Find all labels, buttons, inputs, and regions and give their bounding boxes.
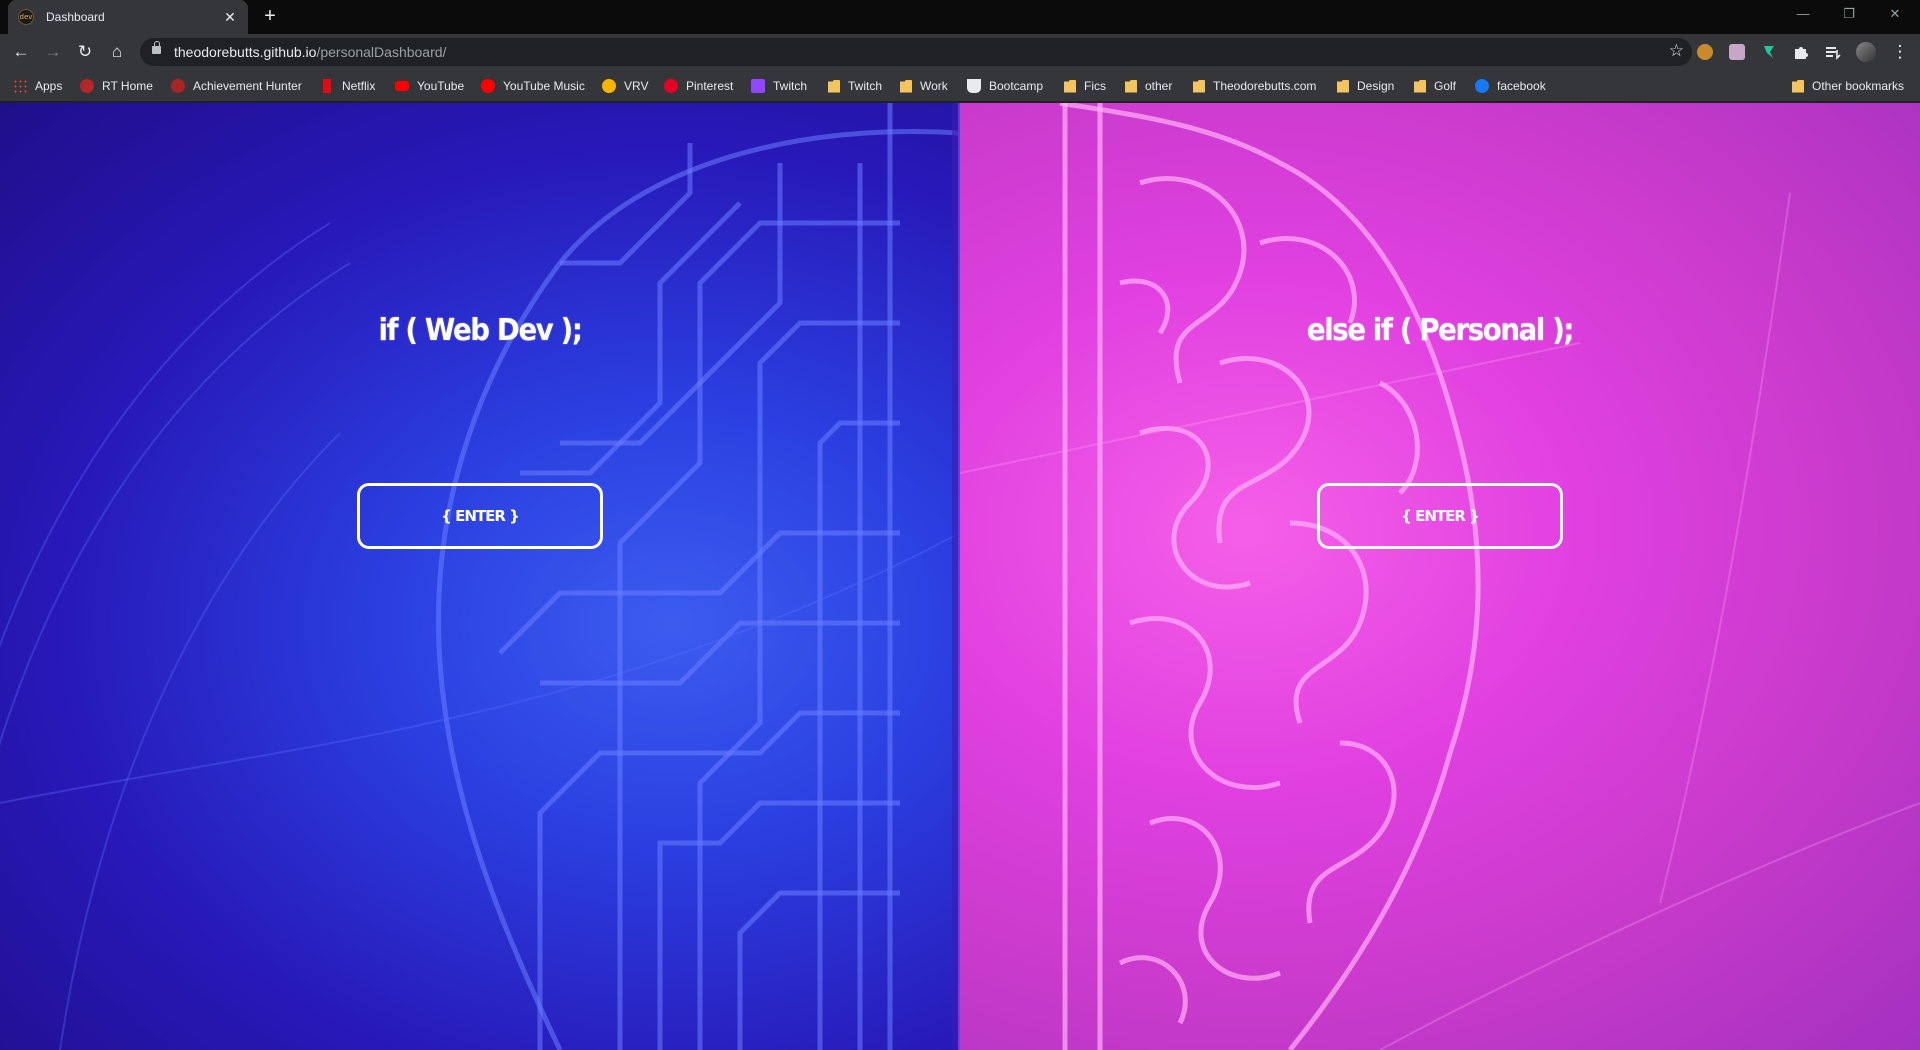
close-window-button[interactable]: ✕ xyxy=(1872,0,1918,30)
bookmark-label: YouTube Music xyxy=(503,79,585,93)
bookmark-label: Golf xyxy=(1434,79,1457,93)
netflix-icon xyxy=(323,79,331,93)
menu-icon[interactable]: ⋮ xyxy=(1888,40,1912,64)
tab-strip: dev Dashboard ✕ + — ❐ ✕ xyxy=(0,0,1920,34)
youtube-icon xyxy=(395,81,409,91)
bookmark-pinterest[interactable]: Pinterest xyxy=(664,76,733,96)
bookmark-other-bookmarks[interactable]: Other bookmarks xyxy=(1792,76,1904,96)
neon-brain-background xyxy=(960,103,1920,1050)
twitch-icon xyxy=(751,79,765,93)
lock-icon[interactable] xyxy=(152,41,161,54)
bookmark-label: RT Home xyxy=(102,79,153,93)
web-dev-heading: if ( Web Dev ); xyxy=(378,313,582,348)
personal-panel: else if ( Personal ); { ENTER } xyxy=(960,103,1920,1050)
bookmark-label: YouTube xyxy=(417,79,465,93)
bookmark-label: Other bookmarks xyxy=(1812,79,1905,93)
bookmark-netflix[interactable]: Netflix xyxy=(320,76,375,96)
folder-icon xyxy=(1337,79,1349,93)
bookmarks-bar: Apps RT Home Achievement Hunter Netflix … xyxy=(0,70,1920,102)
bookmark-label: Bootcamp xyxy=(989,79,1044,93)
bookmark-youtube-music[interactable]: YouTube Music xyxy=(481,76,585,96)
pinterest-icon xyxy=(664,79,678,93)
bookmark-folder-fics[interactable]: Fics xyxy=(1064,76,1106,96)
bookmark-label: Pinterest xyxy=(686,79,734,93)
facebook-icon xyxy=(1475,79,1489,93)
bookmark-label: Apps xyxy=(35,79,63,93)
restore-button[interactable]: ❐ xyxy=(1826,0,1872,30)
new-tab-button[interactable]: + xyxy=(258,6,282,28)
achievement-hunter-icon xyxy=(171,79,185,93)
personal-enter-button[interactable]: { ENTER } xyxy=(1317,483,1563,549)
bookmark-twitch[interactable]: Twitch xyxy=(751,76,807,96)
bookmark-folder-twitch[interactable]: Twitch xyxy=(828,76,882,96)
vrv-icon xyxy=(602,79,616,93)
folder-icon xyxy=(1193,79,1205,93)
bookmark-folder-golf[interactable]: Golf xyxy=(1414,76,1456,96)
bookmark-folder-other[interactable]: other xyxy=(1125,76,1172,96)
puzzle-icon[interactable] xyxy=(1793,44,1809,60)
bookmark-label: facebook xyxy=(1497,79,1546,93)
site-favicon-icon: dev xyxy=(18,9,34,25)
apps-grid-icon xyxy=(13,79,27,93)
rooster-teeth-icon xyxy=(80,79,94,93)
back-button[interactable]: ← xyxy=(9,40,33,64)
bookmark-folder-design[interactable]: Design xyxy=(1337,76,1394,96)
address-url[interactable]: theodorebutts.github.io/personalDashboar… xyxy=(174,44,446,60)
folder-icon xyxy=(1792,79,1804,93)
extension-icon-2[interactable] xyxy=(1729,44,1745,60)
youtube-music-icon xyxy=(481,79,495,93)
folder-icon xyxy=(900,79,912,93)
url-path: /personalDashboard/ xyxy=(316,44,447,60)
folder-icon xyxy=(1064,79,1076,93)
bookmark-apps[interactable]: Apps xyxy=(13,76,62,96)
tab-title: Dashboard xyxy=(46,10,105,24)
browser-toolbar: ← → ↻ ⌂ theodorebutts.github.io/personal… xyxy=(0,34,1920,70)
bookmark-label: VRV xyxy=(624,79,649,93)
bookmark-label: Twitch xyxy=(848,79,883,93)
bookmark-folder-theodorebutts[interactable]: Theodorebutts.com xyxy=(1193,76,1316,96)
personal-heading: else if ( Personal ); xyxy=(1306,313,1575,348)
home-button[interactable]: ⌂ xyxy=(105,40,129,64)
extension-icon-3[interactable] xyxy=(1761,44,1777,60)
forward-button[interactable]: → xyxy=(41,40,65,64)
profile-avatar[interactable] xyxy=(1856,42,1876,62)
bookmark-label: Netflix xyxy=(342,79,376,93)
bookmark-vrv[interactable]: VRV xyxy=(602,76,648,96)
bookmark-bootcamp[interactable]: Bootcamp xyxy=(967,76,1043,96)
web-dev-enter-button[interactable]: { ENTER } xyxy=(357,483,603,549)
tab-close-icon[interactable]: ✕ xyxy=(222,9,238,26)
reload-button[interactable]: ↻ xyxy=(73,40,97,64)
folder-icon xyxy=(1125,79,1137,93)
circuit-brain-background xyxy=(0,103,960,1050)
bookmark-label: Design xyxy=(1357,79,1395,93)
folder-icon xyxy=(1414,79,1426,93)
tab-dashboard[interactable]: dev Dashboard ✕ xyxy=(8,0,248,34)
bootcamp-icon xyxy=(967,79,981,93)
bookmark-youtube[interactable]: YouTube xyxy=(395,76,464,96)
bookmark-achievement-hunter[interactable]: Achievement Hunter xyxy=(171,76,302,96)
url-host: theodorebutts.github.io xyxy=(174,44,317,60)
address-bar[interactable]: theodorebutts.github.io/personalDashboar… xyxy=(140,38,1692,66)
web-dev-panel: if ( Web Dev ); { ENTER } xyxy=(0,103,960,1050)
bookmark-label: Work xyxy=(920,79,948,93)
bookmark-label: Fics xyxy=(1084,79,1106,93)
bookmark-star-icon[interactable]: ☆ xyxy=(1669,41,1684,61)
minimize-button[interactable]: — xyxy=(1780,0,1826,30)
bookmark-label: Achievement Hunter xyxy=(193,79,302,93)
bookmark-label: other xyxy=(1145,79,1173,93)
media-control-icon[interactable] xyxy=(1825,44,1841,60)
dashboard-page: if ( Web Dev ); { ENTER } else if (Pers… xyxy=(0,103,1920,1050)
bookmark-folder-work[interactable]: Work xyxy=(900,76,948,96)
extension-icon-1[interactable] xyxy=(1697,44,1713,60)
bookmark-rt-home[interactable]: RT Home xyxy=(80,76,153,96)
folder-icon xyxy=(828,79,840,93)
bookmark-label: Twitch xyxy=(773,79,808,93)
bookmark-label: Theodorebutts.com xyxy=(1213,79,1317,93)
bookmark-facebook[interactable]: facebook xyxy=(1475,76,1546,96)
